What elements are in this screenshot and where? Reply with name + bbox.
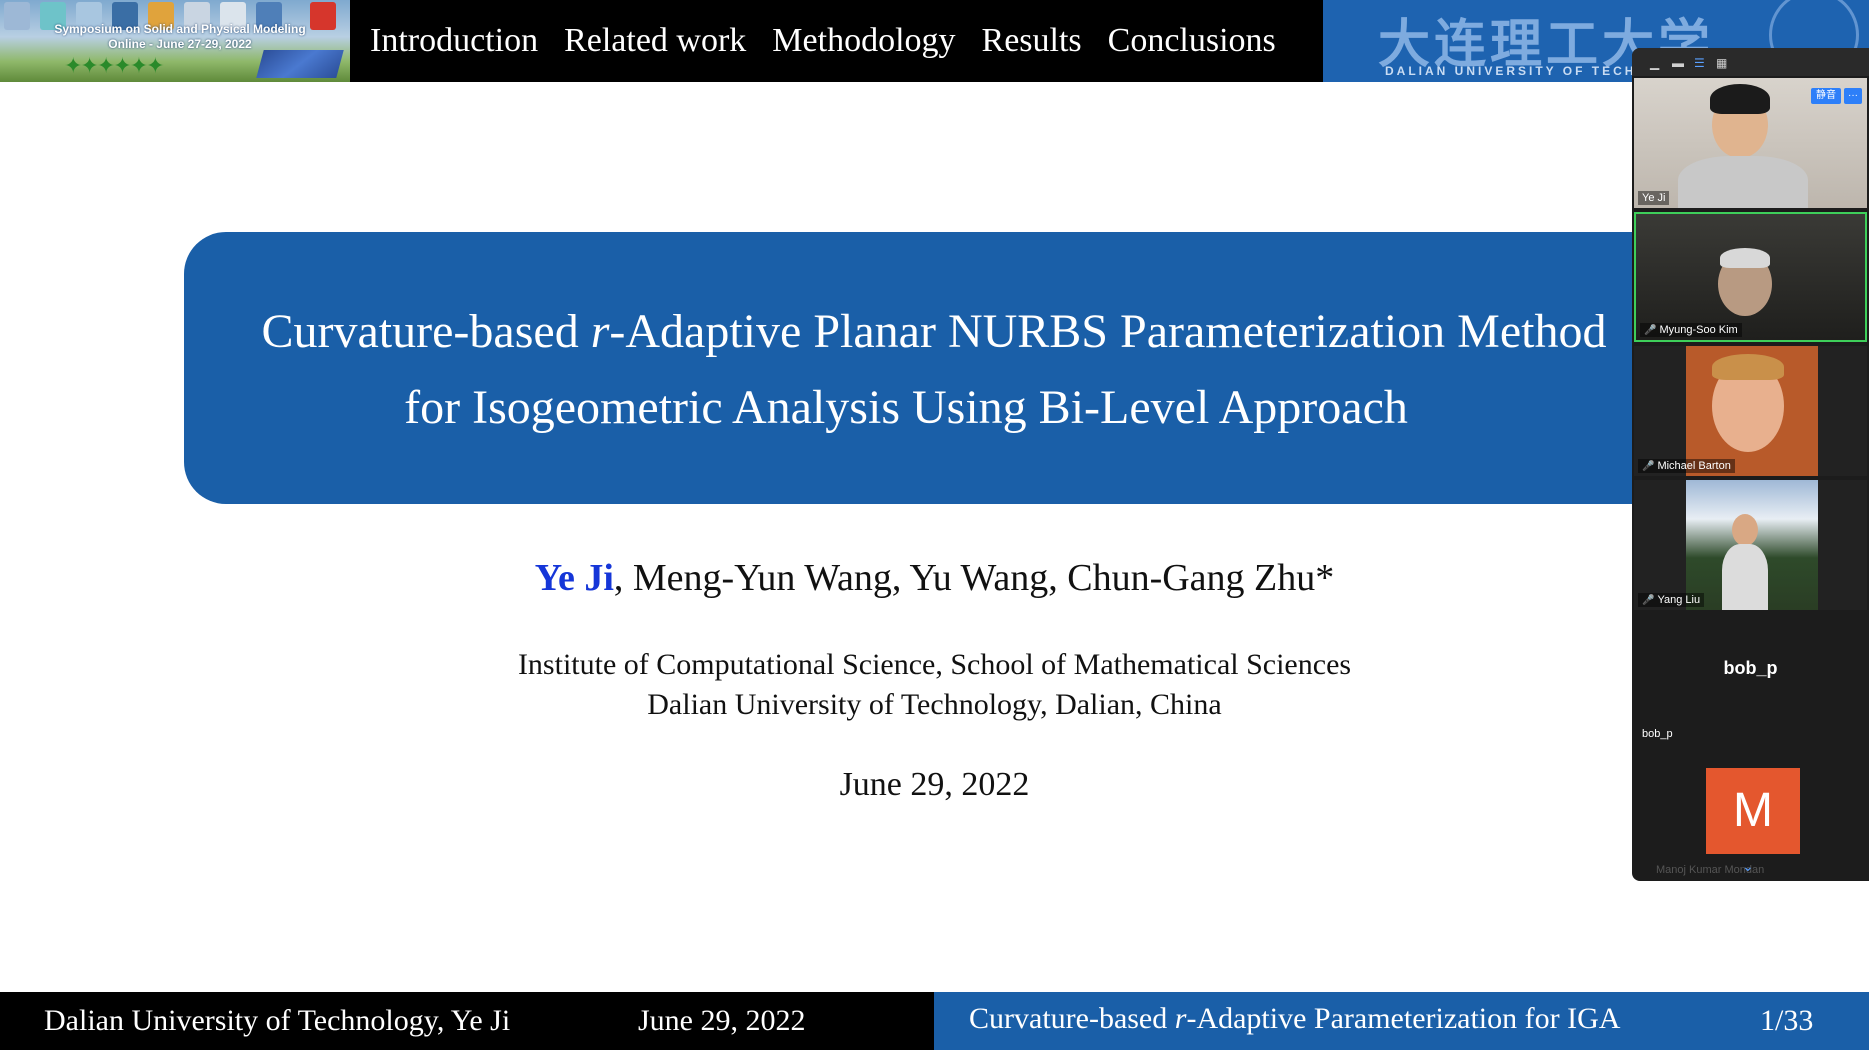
video-call-participant-panel: ▁ ▬ ☰ ▦ 静音 ··· Ye Ji 🎤 Myung-Soo Kim 🎤 Mic… — [1632, 48, 1869, 881]
footer-title-text: Curvature-based — [969, 1002, 1175, 1035]
mic-muted-icon: 🎤 — [1642, 461, 1655, 472]
participant-face — [1732, 514, 1758, 546]
thumbnail-view-icon[interactable]: ▬ — [1672, 56, 1684, 70]
participant-tile-active[interactable]: 🎤 Myung-Soo Kim — [1634, 212, 1867, 342]
participant-hair — [1712, 354, 1784, 380]
participant-name: Ye Ji — [1638, 191, 1670, 205]
mute-badge[interactable]: 静音 — [1811, 88, 1841, 104]
mic-muted-icon: 🎤 — [1642, 595, 1655, 606]
footer-title-variable: r — [1174, 1002, 1187, 1035]
participant-tile[interactable]: 🎤 Yang Liu — [1634, 480, 1867, 610]
participant-shirt — [1722, 544, 1768, 610]
participant-name: bob_p — [1642, 728, 1673, 740]
participant-shirt — [1678, 156, 1808, 208]
conference-name: Symposium on Solid and Physical Modeling — [54, 22, 306, 36]
presenter-name: Ye Ji — [534, 557, 614, 599]
title-text: -Adaptive Planar NURBS Parameterization … — [609, 305, 1607, 358]
participant-name: 🎤 Michael Barton — [1638, 459, 1735, 473]
participant-hair — [1720, 248, 1770, 268]
participant-name-text: Yang Liu — [1657, 594, 1701, 606]
participant-avatar: M — [1706, 768, 1800, 854]
books-graphic — [256, 50, 344, 78]
panel-view-controls: ▁ ▬ ☰ ▦ — [1632, 48, 1869, 76]
affiliation-line-1: Institute of Computational Science, Scho… — [517, 648, 1352, 681]
page-number: 1/33 — [1760, 1004, 1814, 1037]
coauthors: , Meng-Yun Wang, Yu Wang, Chun-Gang Zhu* — [613, 557, 1335, 599]
nav-tab-related-work[interactable]: Related work — [564, 22, 746, 60]
dancing-figures-graphic: ✦✦✦✦✦✦ — [64, 54, 165, 79]
banner-thumbnail — [4, 2, 30, 30]
slide-date: June 29, 2022 — [839, 766, 1030, 803]
participant-name-text: Myung-Soo Kim — [1659, 324, 1738, 336]
section-navigation: Introduction Related work Methodology Re… — [370, 0, 1302, 82]
conference-banner-text: Symposium on Solid and Physical Modeling… — [40, 22, 320, 52]
footer-date: June 29, 2022 — [638, 1004, 806, 1037]
footer-title-text: -Adaptive Parameterization for IGA — [1186, 1002, 1621, 1035]
participant-tile[interactable]: 🎤 Michael Barton — [1634, 346, 1867, 476]
participant-hair — [1710, 84, 1770, 114]
participant-name-text: Michael Barton — [1657, 460, 1731, 472]
title-text: Curvature-based — [261, 305, 591, 358]
footer-left: Dalian University of Technology, Ye Ji J… — [0, 992, 934, 1050]
author-list: Ye Ji, Meng-Yun Wang, Yu Wang, Chun-Gang… — [0, 556, 1869, 600]
top-navigation-bar: Symposium on Solid and Physical Modeling… — [0, 0, 1869, 82]
title-box: Curvature-based r-Adaptive Planar NURBS … — [184, 232, 1869, 504]
nav-tab-methodology[interactable]: Methodology — [772, 22, 955, 60]
participant-tile[interactable]: bob_p bob_p — [1634, 614, 1867, 744]
participant-name: 🎤 Yang Liu — [1638, 593, 1705, 607]
affiliation-line-2: Dalian University of Technology, Dalian,… — [647, 688, 1222, 721]
slide-title-line-1: Curvature-based r-Adaptive Planar NURBS … — [184, 304, 1684, 359]
speaker-view-icon[interactable]: ☰ — [1694, 56, 1705, 70]
chevron-down-icon[interactable]: ⌄ — [1742, 858, 1754, 875]
footer-right: Curvature-based r-Adaptive Parameterizat… — [934, 992, 1869, 1050]
participant-tile[interactable]: 静音 ··· Ye Ji — [1634, 78, 1867, 208]
slide-title-line-2: for Isogeometric Analysis Using Bi-Level… — [404, 381, 1408, 434]
gallery-view-icon[interactable]: ▦ — [1716, 56, 1727, 70]
minimize-icon[interactable]: ▁ — [1650, 56, 1659, 70]
title-variable: r — [590, 305, 610, 358]
footer-title: Curvature-based r-Adaptive Parameterizat… — [969, 1002, 1620, 1036]
participant-display-name: bob_p — [1723, 658, 1778, 678]
mic-muted-icon: 🎤 — [1644, 325, 1657, 336]
nav-tab-results[interactable]: Results — [982, 22, 1082, 60]
more-options-button[interactable]: ··· — [1844, 88, 1862, 104]
nav-tab-conclusions[interactable]: Conclusions — [1108, 22, 1276, 60]
footer-institution: Dalian University of Technology, Ye Ji — [44, 1004, 511, 1037]
participant-name: 🎤 Myung-Soo Kim — [1640, 323, 1742, 337]
nav-tab-introduction[interactable]: Introduction — [370, 22, 538, 60]
conference-banner-image: Symposium on Solid and Physical Modeling… — [0, 0, 350, 82]
